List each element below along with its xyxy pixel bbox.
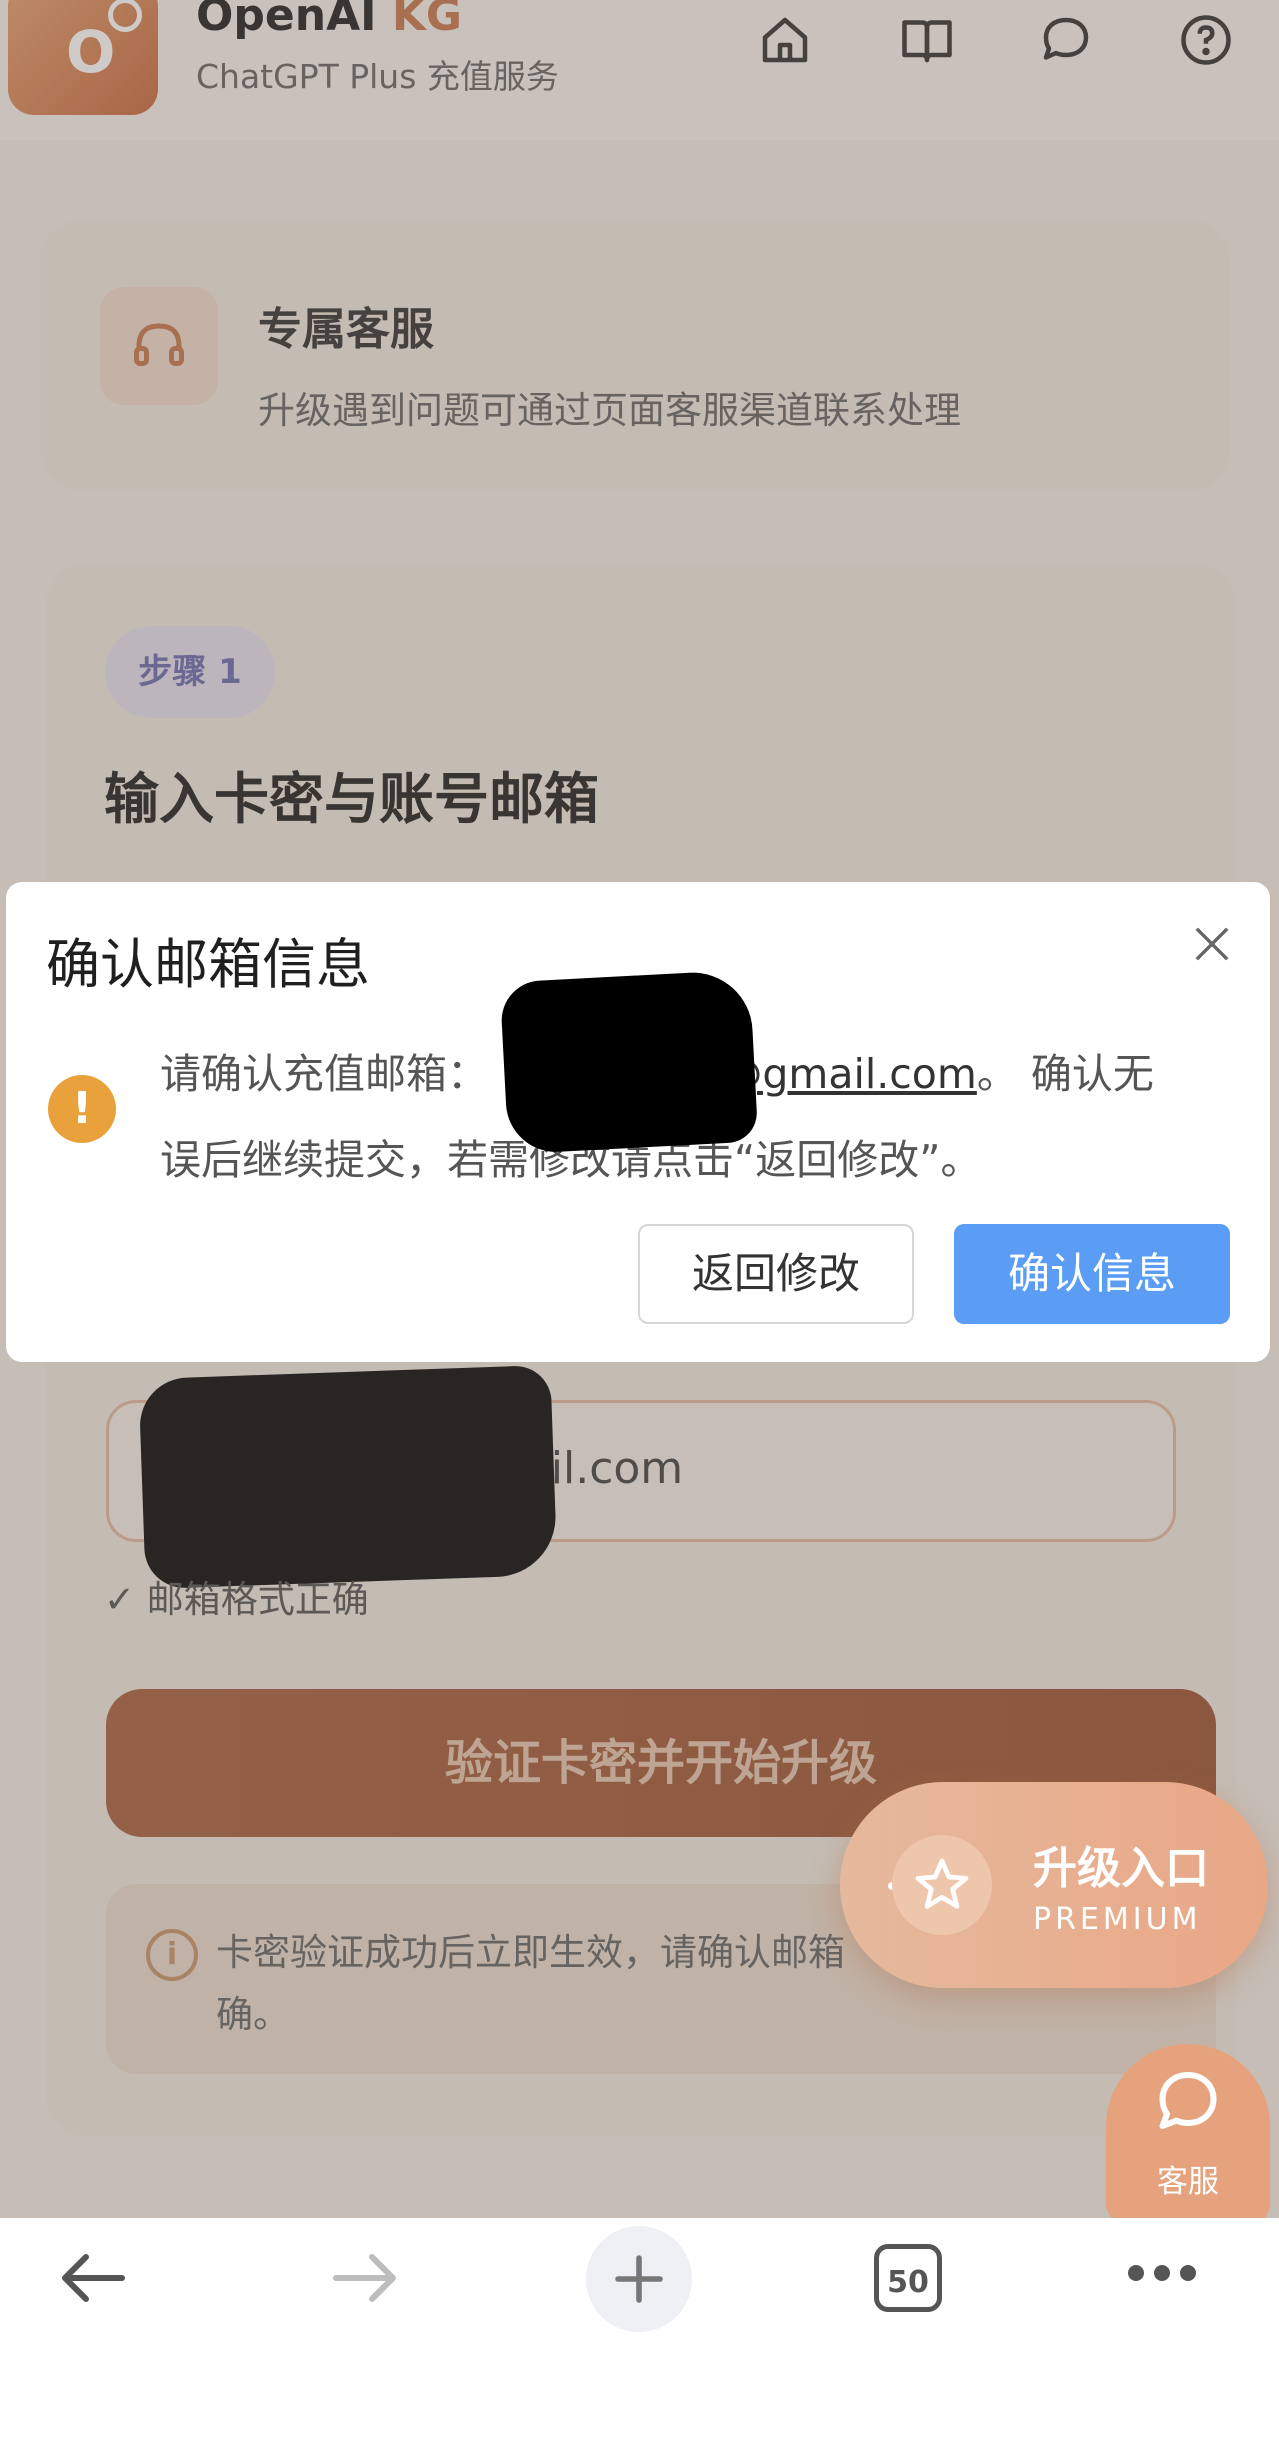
warning-icon: ! [48, 1075, 116, 1143]
dialog-title: 确认邮箱信息 [46, 933, 370, 996]
back-edit-button[interactable]: 返回修改 [638, 1224, 914, 1324]
redaction-mark [499, 969, 759, 1155]
browser-toolbar: 50 [0, 2218, 1279, 2450]
more-menu-icon[interactable] [1126, 2258, 1198, 2288]
premium-upgrade-button[interactable]: 升级入口 PREMIUM [840, 1782, 1268, 1988]
close-icon[interactable] [1186, 918, 1238, 970]
confirm-info-button[interactable]: 确认信息 [954, 1224, 1230, 1324]
tab-count-button[interactable]: 50 [874, 2244, 942, 2312]
back-arrow-icon[interactable] [56, 2248, 128, 2308]
message-suffix: 。 确认无 [976, 1050, 1154, 1098]
message-prefix: 请确认充值邮箱： [160, 1050, 488, 1098]
new-tab-button[interactable] [586, 2226, 692, 2332]
customer-service-button[interactable]: 客服 [1106, 2044, 1270, 2224]
plus-icon [615, 2255, 663, 2303]
premium-title: 升级入口 [1033, 1843, 1209, 1894]
premium-subtitle: PREMIUM [1033, 1902, 1202, 1937]
chat-bubble-icon [1159, 2072, 1217, 2129]
forward-arrow-icon[interactable] [330, 2248, 402, 2308]
star-icon [892, 1835, 992, 1935]
service-label: 客服 [1157, 2164, 1219, 2200]
